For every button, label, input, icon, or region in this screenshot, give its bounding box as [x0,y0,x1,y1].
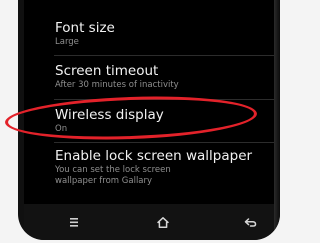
setting-subtitle: Large [55,37,79,47]
setting-subtitle: On [55,124,68,134]
device-bezel [274,0,280,240]
divider [54,99,274,100]
divider [54,142,274,143]
setting-screen-timeout[interactable]: Screen timeout After 30 minutes of inact… [55,63,274,91]
setting-title: Font size [55,20,115,36]
divider [54,55,274,56]
setting-subtitle: After 30 minutes of inactivity [55,80,179,90]
setting-title: Wireless display [55,107,164,123]
navigation-bar [24,204,274,240]
home-button[interactable] [150,212,176,232]
setting-title: Screen timeout [55,63,159,79]
setting-font-size[interactable]: Font size Large [55,20,274,48]
setting-wireless-display[interactable]: Wireless display On [55,107,274,135]
setting-lock-screen-wallpaper[interactable]: Enable lock screen wallpaper You can set… [55,148,274,187]
setting-subtitle-line2: wallpaper from Gallary [55,176,153,186]
home-icon [157,216,169,228]
back-icon [244,217,256,227]
phone-device: Font size Large Screen timeout After 30 … [18,0,280,240]
setting-title: Enable lock screen wallpaper [55,148,253,164]
menu-icon [70,217,78,227]
settings-screen: Font size Large Screen timeout After 30 … [24,0,274,204]
back-button[interactable] [237,212,263,232]
setting-subtitle: You can set the lock screen [55,165,171,175]
menu-button[interactable] [61,212,87,232]
